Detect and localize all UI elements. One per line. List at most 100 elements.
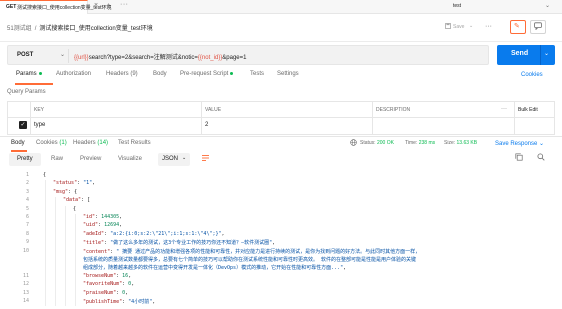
param-value[interactable]: 2 [205,122,208,128]
view-raw[interactable]: Raw [43,153,71,166]
line-number: 11 [22,272,29,279]
line-number: 13 [22,289,29,296]
wrap-lines-icon[interactable] [201,154,210,164]
comment-button[interactable] [530,20,546,34]
code-text: "favoriteNum": 0, [83,281,135,288]
url-input[interactable]: {{url}}search?type=2&search=注解测试&notic={… [74,52,247,61]
code-line: 13 "praiseNum": 0, [7,290,555,298]
tab-settings[interactable]: Settings [277,71,299,77]
code-text: "uid": 12694, [83,222,123,229]
tab-count: (14) [97,140,109,146]
tab-test-results[interactable]: Test Results [118,140,151,146]
url-suffix: &page=1 [222,55,247,61]
code-line: 1{ [7,172,555,180]
tab-body[interactable]: Body [153,71,167,77]
breadcrumb-request-name[interactable]: 测试搜索接口_使用collection变量_test环境 [39,26,152,32]
chevron-down-icon[interactable]: ⌄ [60,51,65,58]
chevron-down-icon: ⌄ [182,155,187,161]
save-response-button[interactable]: Save Response ⌄ [495,140,544,147]
environment-label: test [453,3,462,9]
size-value: 13.63 KB [456,140,478,146]
tab-headers[interactable]: Headers (9) [106,71,138,77]
url-variable: {{url}} [74,55,89,61]
search-icon[interactable] [537,153,545,163]
code-text: "praiseNum": 0, [83,289,129,296]
request-tab[interactable]: GET 测试搜索接口_使用collection变量_test环境 [0,0,111,14]
table-row: ✓ type 2 [8,118,554,134]
status-value: 200 OK [376,140,394,146]
tab-label: Params [16,71,37,77]
view-preview[interactable]: Preview [72,153,109,166]
copy-icon[interactable] [515,153,523,163]
tab-response-body[interactable]: Body [11,140,25,146]
row-checkbox[interactable]: ✓ [19,121,27,129]
tab-authorization[interactable]: Authorization [56,71,91,77]
tab-response-headers[interactable]: Headers (14) [73,140,108,146]
code-line: 10 "content": " 摘要 通过产品的功能和增强各项的性能和可靠性，并对… [7,248,555,256]
more-tabs-icon[interactable]: ··· [120,1,129,8]
active-dot [38,71,42,75]
more-actions-icon[interactable]: ··· [485,23,492,30]
save-button[interactable]: Save ⌄ [443,22,475,34]
code-line: 5{ [7,206,555,214]
send-label: Send [511,50,529,57]
line-number: 10 [22,247,29,254]
method-select[interactable]: POST [17,52,33,58]
view-pretty[interactable]: Pretty [9,153,41,166]
breadcrumb: 51测试组 / 测试搜索接口_使用collection变量_test环境 [7,23,153,32]
code-line: 4 "data": [ [7,197,555,205]
code-line: 7 "uid": 12694, [7,222,555,230]
environment-select[interactable]: test ⌄ [448,2,552,12]
line-number: 1 [25,172,29,178]
line-number: 14 [22,298,29,304]
chevron-down-icon[interactable]: ⌄ [544,50,549,57]
url-path: search?type=2&search=注解测试&notic= [88,55,198,61]
indent-guide [75,214,76,307]
save-icon [445,23,451,31]
code-line: 2 "status": "1", [7,180,555,188]
close-icon[interactable]: × [94,2,98,9]
line-number: 5 [25,205,29,212]
column-key: KEY [34,107,45,113]
add-tab-icon[interactable]: + [106,1,111,11]
status-readout: Status: 200 OK [360,140,394,146]
format-select[interactable]: JSON ⌄ [158,153,190,166]
chevron-down-icon: ⌄ [469,23,474,29]
chevron-down-icon: ⌄ [544,3,550,9]
code-text: "data": [ [63,197,91,204]
code-line: 组成部分，随着越来越多的软件在运营中变得开发是一体化（DevOps）模式的推动，… [7,264,555,272]
url-bar: POST ⌄ {{url}}search?type=2&search=注解测试&… [7,45,489,65]
breadcrumb-collection[interactable]: 51测试组 [7,26,32,32]
chevron-down-icon: ⌄ [539,141,545,147]
divider [514,102,515,134]
size-label: Size: [444,140,456,146]
response-body-code[interactable]: 1{2 "status": "1", 3 "msg": { 4 "data": [5{6 "… [7,172,555,309]
code-text: 组成部分，随着越来越多的软件在运营中变得开发是一体化（DevOps）模式的推动，… [83,265,347,272]
line-number: 3 [25,188,29,195]
time-label: Time: [405,140,418,146]
code-text: "msg": { [53,188,78,195]
line-number: 6 [25,214,29,220]
tab-response-cookies[interactable]: Cookies (1) [36,140,67,146]
code-text: "browseNum": 16, [83,272,132,279]
divider [201,102,202,134]
save-label: Save [453,24,465,30]
tab-tests[interactable]: Tests [250,71,264,77]
code-text: "publishTime": "4小时前", [83,299,156,305]
bulk-edit-link[interactable]: Bulk Edit [518,107,538,113]
view-visualize[interactable]: Visualize [110,153,150,166]
code-text: "title": "做了这么多年的测试，这3个专业工作的技巧你还不知道？—软件测… [83,240,276,247]
cookies-link[interactable]: Cookies [521,72,543,78]
divider [68,49,69,63]
more-columns-icon[interactable]: ··· [501,106,507,112]
tab-pre-request-script[interactable]: Pre-request Script [180,71,234,77]
tab-params[interactable]: Params [16,71,42,77]
edit-button[interactable]: ✎ [510,20,526,34]
save-response-label: Save Response [495,141,538,147]
breadcrumb-row: 51测试组 / 测试搜索接口_使用collection变量_test环境 Save … [0,14,562,42]
param-key[interactable]: type [34,122,45,128]
send-button[interactable]: Send ⌄ [497,45,555,65]
code-text: "content": " 摘要 通过产品的功能和增强各项的性能和可靠性，并对应能… [83,248,421,255]
line-number: 2 [25,180,29,187]
request-tabbar: GET 测试搜索接口_使用collection变量_test环境 × + ···… [0,0,562,14]
